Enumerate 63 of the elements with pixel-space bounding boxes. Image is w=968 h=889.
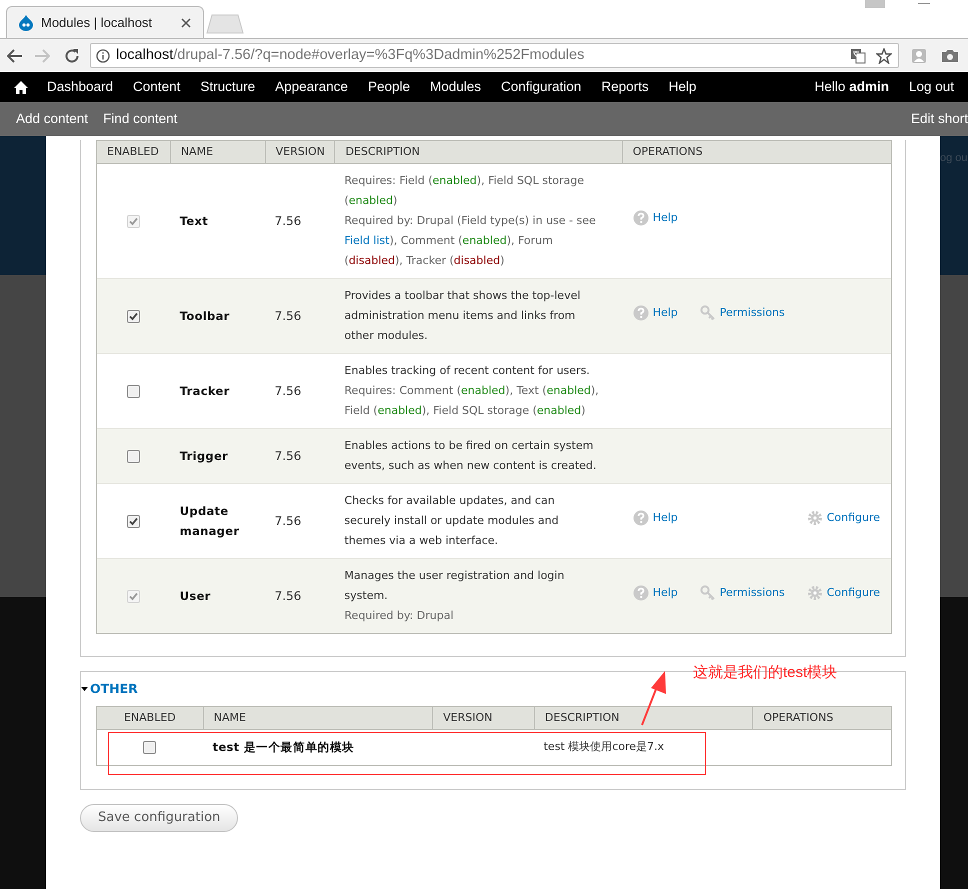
- column-header: NAME: [214, 710, 246, 726]
- module-version: 7.56: [274, 308, 302, 325]
- module-requirements: Requires: Field (enabled), Field SQL storage (enabled): [344, 173, 586, 209]
- toolbar-menu-item[interactable]: Appearance: [275, 76, 348, 98]
- module-name: User: [180, 588, 211, 605]
- module-requirements: Required by: Drupal: [344, 608, 454, 624]
- module-description: test 模块使用core是7.x: [544, 738, 666, 755]
- toolbar-menu-item[interactable]: Help: [668, 76, 696, 98]
- column-header: VERSION: [443, 710, 492, 726]
- module-description: Enables actions to be fired on certain system events, such as when new content is created.: [344, 438, 598, 474]
- module-name: Text: [180, 213, 208, 230]
- help-link[interactable]: Help: [632, 510, 678, 526]
- field-list-link[interactable]: Field list: [344, 234, 390, 247]
- browser-tab[interactable]: Modules | localhost: [6, 6, 204, 38]
- column-header: ENABLED: [124, 710, 176, 726]
- module-version: 7.56: [274, 513, 302, 530]
- module-version: 7.56: [274, 213, 302, 230]
- fieldset-legend-link[interactable]: OTHER: [81, 680, 138, 699]
- module-name: test 是一个最简单的模块: [212, 739, 354, 756]
- column-header: DESCRIPTION: [345, 144, 420, 160]
- shortcut-link[interactable]: Add content: [16, 108, 88, 130]
- module-version: 7.56: [274, 383, 302, 400]
- save-configuration-button[interactable]: Save configuration: [80, 804, 238, 832]
- toolbar-menu-item[interactable]: Structure: [200, 76, 256, 98]
- logout-link[interactable]: Log out: [908, 76, 954, 98]
- module-name: Toolbar: [180, 308, 230, 325]
- module-requirements: Requires: Comment (enabled), Text (enabled), Field (enabled), Field SQL storage (enabled): [344, 383, 600, 419]
- toolbar-menu-item[interactable]: Content: [133, 76, 180, 98]
- column-header: ENABLED: [107, 144, 159, 160]
- help-link[interactable]: Help: [632, 210, 678, 226]
- module-description: Manages the user registration and login system.: [344, 568, 566, 604]
- toolbar-menu-item[interactable]: Configuration: [501, 76, 582, 98]
- url-text: localhost/drupal-7.56/?q=node#overlay=%3Fq%3Dadmin%252Fmodules: [116, 46, 586, 65]
- column-header: DESCRIPTION: [544, 710, 620, 726]
- column-header: NAME: [180, 144, 214, 160]
- toolbar-menu-item[interactable]: Dashboard: [47, 76, 114, 98]
- help-link[interactable]: Help: [632, 304, 678, 322]
- configure-link[interactable]: Configure: [806, 584, 880, 602]
- permissions-link[interactable]: Permissions: [700, 304, 785, 322]
- column-header: OPERATIONS: [632, 144, 703, 160]
- toolbar-menu-item[interactable]: People: [368, 76, 410, 98]
- permissions-link[interactable]: Permissions: [700, 584, 785, 602]
- configure-link[interactable]: Configure: [806, 510, 880, 526]
- module-name: Trigger: [180, 448, 228, 465]
- help-link[interactable]: Help: [632, 584, 678, 602]
- tab-title: Modules | localhost: [41, 14, 154, 32]
- edit-shortcuts-link[interactable]: Edit short: [910, 108, 968, 130]
- module-version: 7.56: [274, 588, 302, 605]
- module-version: 7.56: [274, 448, 302, 465]
- column-header: VERSION: [276, 144, 325, 160]
- module-name: Update manager: [180, 503, 240, 540]
- toolbar-menu-item[interactable]: Modules: [430, 76, 482, 98]
- column-header: OPERATIONS: [763, 710, 834, 726]
- module-description: Checks for available updates, and can securely install or update modules and themes via a web interface.: [344, 493, 560, 549]
- module-requirements: Required by: Drupal (Field type(s) in use - see Field list), Comment (enabled), Forum (disabled), Tracker (disabled): [344, 213, 597, 269]
- address-bar[interactable]: localhost/drupal-7.56/?q=node#overlay=%3Fq%3Dadmin%252Fmodules: [90, 43, 899, 68]
- module-description: Enables tracking of recent content for users.: [344, 363, 591, 379]
- greeting-text: Hello admin: [814, 78, 889, 96]
- module-name: Tracker: [180, 383, 230, 400]
- shortcut-link[interactable]: Find content: [103, 108, 178, 130]
- module-description: Provides a toolbar that shows the top-level administration menu items and links from other modules.: [344, 288, 582, 344]
- annotation-text: 这就是我们的test模块: [693, 663, 838, 683]
- toolbar-menu-item[interactable]: Reports: [601, 76, 649, 98]
